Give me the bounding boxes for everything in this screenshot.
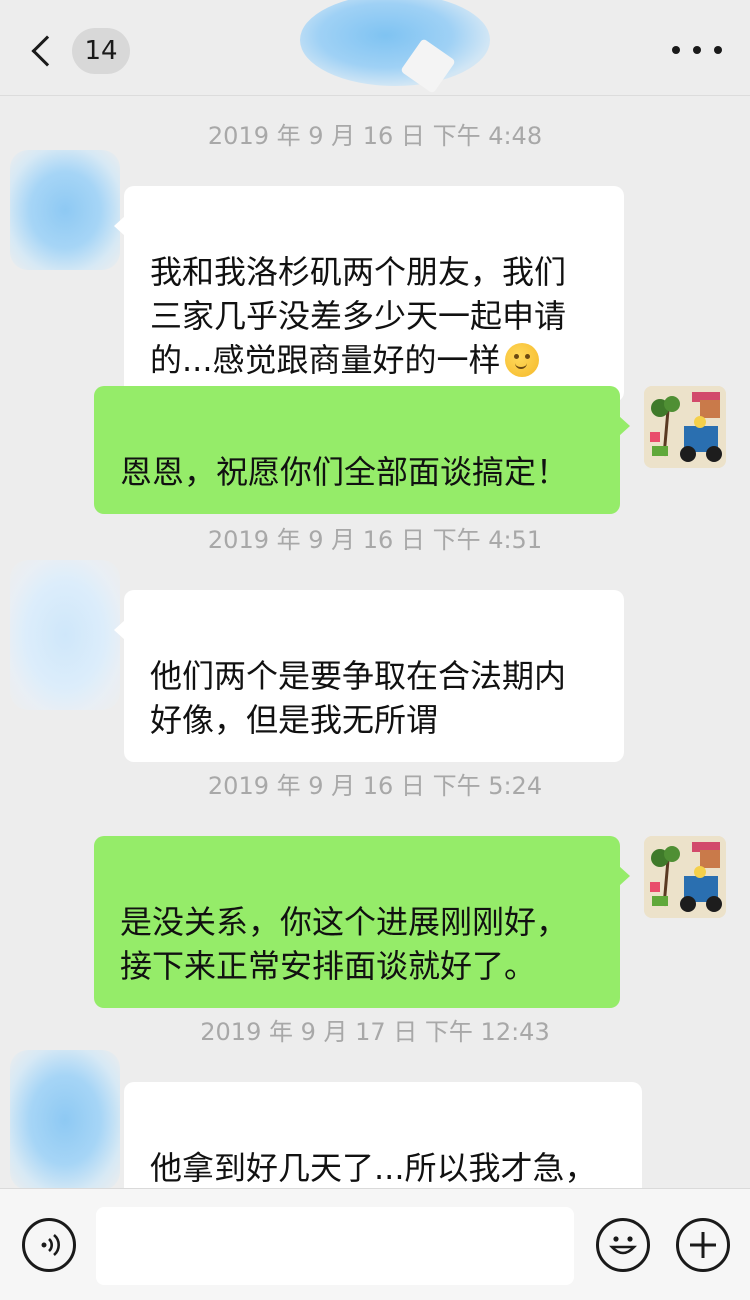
more-actions-button[interactable] bbox=[676, 1218, 730, 1272]
message-timestamp: 2019 年 9 月 16 日 下午 4:48 bbox=[207, 122, 543, 150]
contact-avatar[interactable] bbox=[10, 560, 120, 710]
outgoing-message-bubble[interactable]: 恩恩，祝愿你们全部面谈搞定！ bbox=[94, 386, 630, 514]
lego-toy-avatar-image bbox=[644, 386, 726, 468]
contact-avatar[interactable] bbox=[10, 150, 120, 270]
message-timestamp: 2019 年 9 月 17 日 下午 12:43 bbox=[200, 1018, 550, 1046]
lego-toy-avatar-image bbox=[644, 836, 726, 918]
message-input[interactable] bbox=[96, 1207, 574, 1285]
message-timestamp: 2019 年 9 月 16 日 下午 5:24 bbox=[207, 772, 543, 800]
incoming-message-bubble[interactable]: 他们两个是要争取在合法期内 好像，但是我无所谓 bbox=[114, 590, 624, 762]
emoji-button[interactable] bbox=[596, 1218, 650, 1272]
outgoing-message-bubble[interactable]: 是没关系，你这个进展刚刚好， 接下来正常安排面谈就好了。 bbox=[94, 836, 630, 1008]
plus-icon bbox=[690, 1232, 716, 1258]
chat-title-redacted bbox=[300, 0, 490, 86]
message-timestamp: 2019 年 9 月 16 日 下午 4:51 bbox=[207, 526, 543, 554]
chat-screen: 14 2019 年 9 月 16 日 下午 4:48 我和我洛杉矶两个朋友，我们… bbox=[0, 0, 750, 1300]
more-dots-icon bbox=[714, 46, 722, 54]
more-dots-icon bbox=[672, 46, 680, 54]
message-text: 恩恩，祝愿你们全部面谈搞定！ bbox=[120, 453, 569, 491]
self-avatar[interactable] bbox=[644, 386, 726, 468]
message-text: 我和我洛杉矶两个朋友，我们 三家几乎没差多少天一起申请 的...感觉跟商量好的一… bbox=[150, 253, 567, 379]
message-text: 是没关系，你这个进展刚刚好， 接下来正常安排面谈就好了。 bbox=[120, 903, 569, 985]
contact-avatar[interactable] bbox=[10, 1050, 120, 1190]
more-dots-icon bbox=[693, 46, 701, 54]
chat-header: 14 bbox=[0, 0, 750, 96]
incoming-message-bubble[interactable]: 我和我洛杉矶两个朋友，我们 三家几乎没差多少天一起申请 的...感觉跟商量好的一… bbox=[114, 186, 624, 402]
unread-count-badge: 14 bbox=[72, 28, 130, 74]
thinking-face-icon bbox=[504, 343, 539, 377]
more-options-button[interactable] bbox=[672, 30, 722, 70]
chevron-left-icon bbox=[31, 35, 63, 67]
self-avatar[interactable] bbox=[644, 836, 726, 918]
back-button[interactable]: 14 bbox=[24, 24, 134, 78]
incoming-message-bubble[interactable]: 他拿到好几天了...所以我才急， 我比他还早打指纹 bbox=[124, 1082, 642, 1188]
message-text: 他拿到好几天了...所以我才急， 我比他还早打指纹 bbox=[150, 1149, 597, 1187]
message-text: 他们两个是要争取在合法期内 好像，但是我无所谓 bbox=[150, 657, 567, 739]
smiley-icon bbox=[609, 1236, 637, 1255]
voice-icon bbox=[41, 1234, 60, 1256]
voice-input-button[interactable] bbox=[22, 1218, 76, 1272]
input-bar bbox=[0, 1188, 750, 1300]
